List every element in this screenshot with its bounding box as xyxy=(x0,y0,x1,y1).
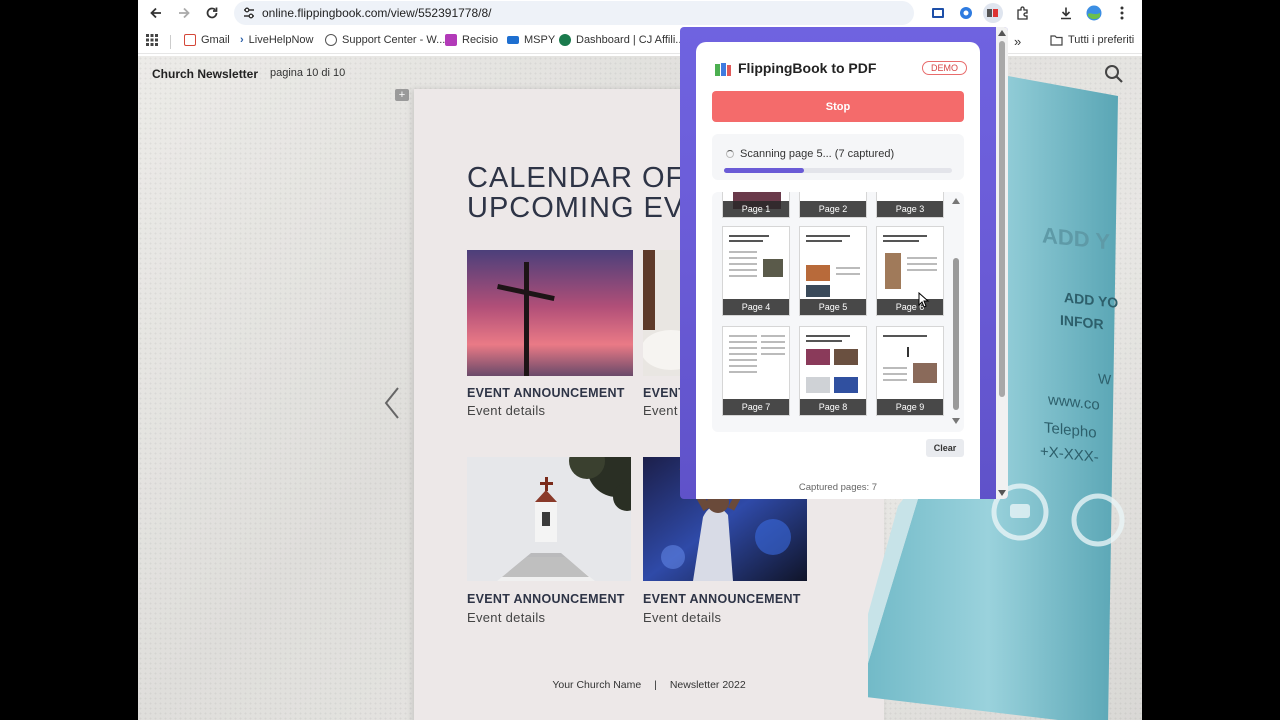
event-title: EVENT ANNOUNCEMENT xyxy=(467,592,625,606)
clear-button[interactable]: Clear xyxy=(926,439,964,457)
bookmark-label: Support Center - W... xyxy=(342,34,446,46)
reload-icon[interactable] xyxy=(202,3,222,23)
footer-year: Newsletter 2022 xyxy=(669,679,746,691)
bookmark-label: Recisio xyxy=(462,34,499,46)
captured-count: Captured pages: 7 xyxy=(798,482,878,493)
bookmark-mspy[interactable]: MSPY xyxy=(507,34,555,46)
profile-avatar-icon[interactable] xyxy=(1084,3,1104,23)
thumbnail-label: Page 3 xyxy=(877,201,943,217)
more-bookmarks-button[interactable]: » xyxy=(1014,34,1021,49)
footer-separator: | xyxy=(654,679,657,691)
progress-fill xyxy=(724,168,804,173)
event-title: EVENT ANNOUNCEMENT xyxy=(643,592,801,606)
browser-window: online.flippingbook.com/view/552391778/8… xyxy=(138,0,1142,720)
status-panel: Scanning page 5... (7 captured) xyxy=(712,134,964,180)
cj-icon xyxy=(559,34,571,46)
event-title: EVENT ANNOUNCEMENT xyxy=(467,386,625,400)
bookmark-label: LiveHelpNow xyxy=(248,34,314,46)
globe-icon xyxy=(325,34,337,46)
church-steeple-image xyxy=(467,457,631,581)
extension-blue-icon[interactable] xyxy=(956,3,976,23)
event-details: Event xyxy=(643,403,678,418)
bookmark-label: Dashboard | CJ Affili... xyxy=(576,34,685,46)
page-indicator: pagina 10 di 10 xyxy=(270,67,346,79)
bookmark-dashboard-cj[interactable]: Dashboard | CJ Affili... xyxy=(559,34,684,46)
thumbnail-label: Page 2 xyxy=(800,201,866,217)
loading-spinner-icon xyxy=(726,150,734,158)
calendar-heading: CALENDAR OF UPCOMING EV xyxy=(467,162,685,224)
thumbnail-label: Page 5 xyxy=(800,299,866,315)
thumbnail-label: Page 6 xyxy=(877,299,943,315)
apps-grid-icon[interactable] xyxy=(146,34,158,46)
browser-toolbar: online.flippingbook.com/view/552391778/8… xyxy=(138,0,1142,26)
forward-icon[interactable] xyxy=(174,3,194,23)
back-icon[interactable] xyxy=(146,3,166,23)
newsletter-footer: Your Church Name | Newsletter 2022 xyxy=(414,679,884,691)
footer-church-name: Your Church Name xyxy=(552,679,642,691)
bookmark-recisio[interactable]: Recisio xyxy=(445,34,498,46)
thumbnail-scrollbar[interactable] xyxy=(952,198,960,424)
all-bookmarks-folder[interactable]: Tutti i preferiti xyxy=(1050,34,1134,46)
page-thumbnail[interactable]: Page 2 xyxy=(799,192,867,218)
popup-title: FlippingBook to PDF xyxy=(738,60,877,76)
page-thumbnail[interactable]: Page 9 xyxy=(876,326,944,416)
page-thumbnail[interactable]: Page 5 xyxy=(799,226,867,316)
bookmark-label: MSPY xyxy=(524,34,556,46)
stop-button[interactable]: Stop xyxy=(712,91,964,122)
event-details: Event details xyxy=(467,403,546,418)
bookmark-livehelpnow[interactable]: › LiveHelpNow xyxy=(240,34,313,46)
page-thumbnail[interactable]: Page 1 xyxy=(722,192,790,218)
site-info-icon[interactable] xyxy=(242,6,256,20)
livehelpnow-icon: › xyxy=(240,34,244,46)
document-title: Church Newsletter xyxy=(152,67,259,81)
page-thumbnail[interactable]: Page 6 xyxy=(876,226,944,316)
demo-badge: DEMO xyxy=(922,61,967,75)
thumbnail-label: Page 1 xyxy=(723,201,789,217)
page-thumbnail[interactable]: Page 7 xyxy=(722,326,790,416)
mouse-cursor-icon xyxy=(918,292,930,308)
extension-popup: FlippingBook to PDF DEMO Stop Scanning p… xyxy=(680,27,1008,499)
thumbnail-label: Page 8 xyxy=(800,399,866,415)
address-bar[interactable]: online.flippingbook.com/view/552391778/8… xyxy=(234,1,999,25)
gmail-icon xyxy=(184,34,196,46)
flippingbook-extension-icon[interactable] xyxy=(983,3,1003,23)
bookmark-gmail[interactable]: Gmail xyxy=(184,34,230,46)
extension-screen-icon[interactable] xyxy=(928,3,948,23)
flippingbook-logo-icon xyxy=(715,63,731,76)
event-details: Event details xyxy=(643,610,722,625)
thumbnail-label: Page 7 xyxy=(723,399,789,415)
cross-sunset-image xyxy=(467,250,633,376)
status-text: Scanning page 5... (7 captured) xyxy=(740,148,895,160)
page-thumbnail[interactable]: Page 3 xyxy=(876,192,944,218)
event-details: Event details xyxy=(467,610,546,625)
thumbnail-label: Page 4 xyxy=(723,299,789,315)
recisio-icon xyxy=(445,34,457,46)
bookmark-label: Tutti i preferiti xyxy=(1068,34,1135,46)
folder-icon xyxy=(1050,34,1063,46)
bedroom-image xyxy=(643,250,683,376)
brochure-text: W xyxy=(1098,370,1112,388)
previous-page-arrow-icon[interactable] xyxy=(382,386,402,429)
bookmarks-divider xyxy=(170,35,171,49)
page-thumbnail[interactable]: Page 8 xyxy=(799,326,867,416)
page-thumbnail[interactable]: Page 4 xyxy=(722,226,790,316)
url-text: online.flippingbook.com/view/552391778/8… xyxy=(262,6,492,20)
add-note-icon[interactable]: + xyxy=(395,89,409,101)
menu-kebab-icon[interactable] xyxy=(1112,3,1132,23)
bookmark-label: Gmail xyxy=(201,34,230,46)
thumbnail-grid: Page 1 Page 2 Page 3 Page 4 Page 5 Page … xyxy=(712,192,964,432)
mspy-icon xyxy=(507,36,519,44)
extensions-puzzle-icon[interactable] xyxy=(1012,3,1032,23)
progress-bar xyxy=(724,168,952,173)
popup-card: FlippingBook to PDF DEMO Stop Scanning p… xyxy=(696,42,980,499)
popup-scrollbar[interactable] xyxy=(996,27,1008,499)
thumbnail-label: Page 9 xyxy=(877,399,943,415)
screen: online.flippingbook.com/view/552391778/8… xyxy=(0,0,1280,720)
bookmark-support-center[interactable]: Support Center - W... xyxy=(325,34,445,46)
download-icon[interactable] xyxy=(1056,3,1076,23)
